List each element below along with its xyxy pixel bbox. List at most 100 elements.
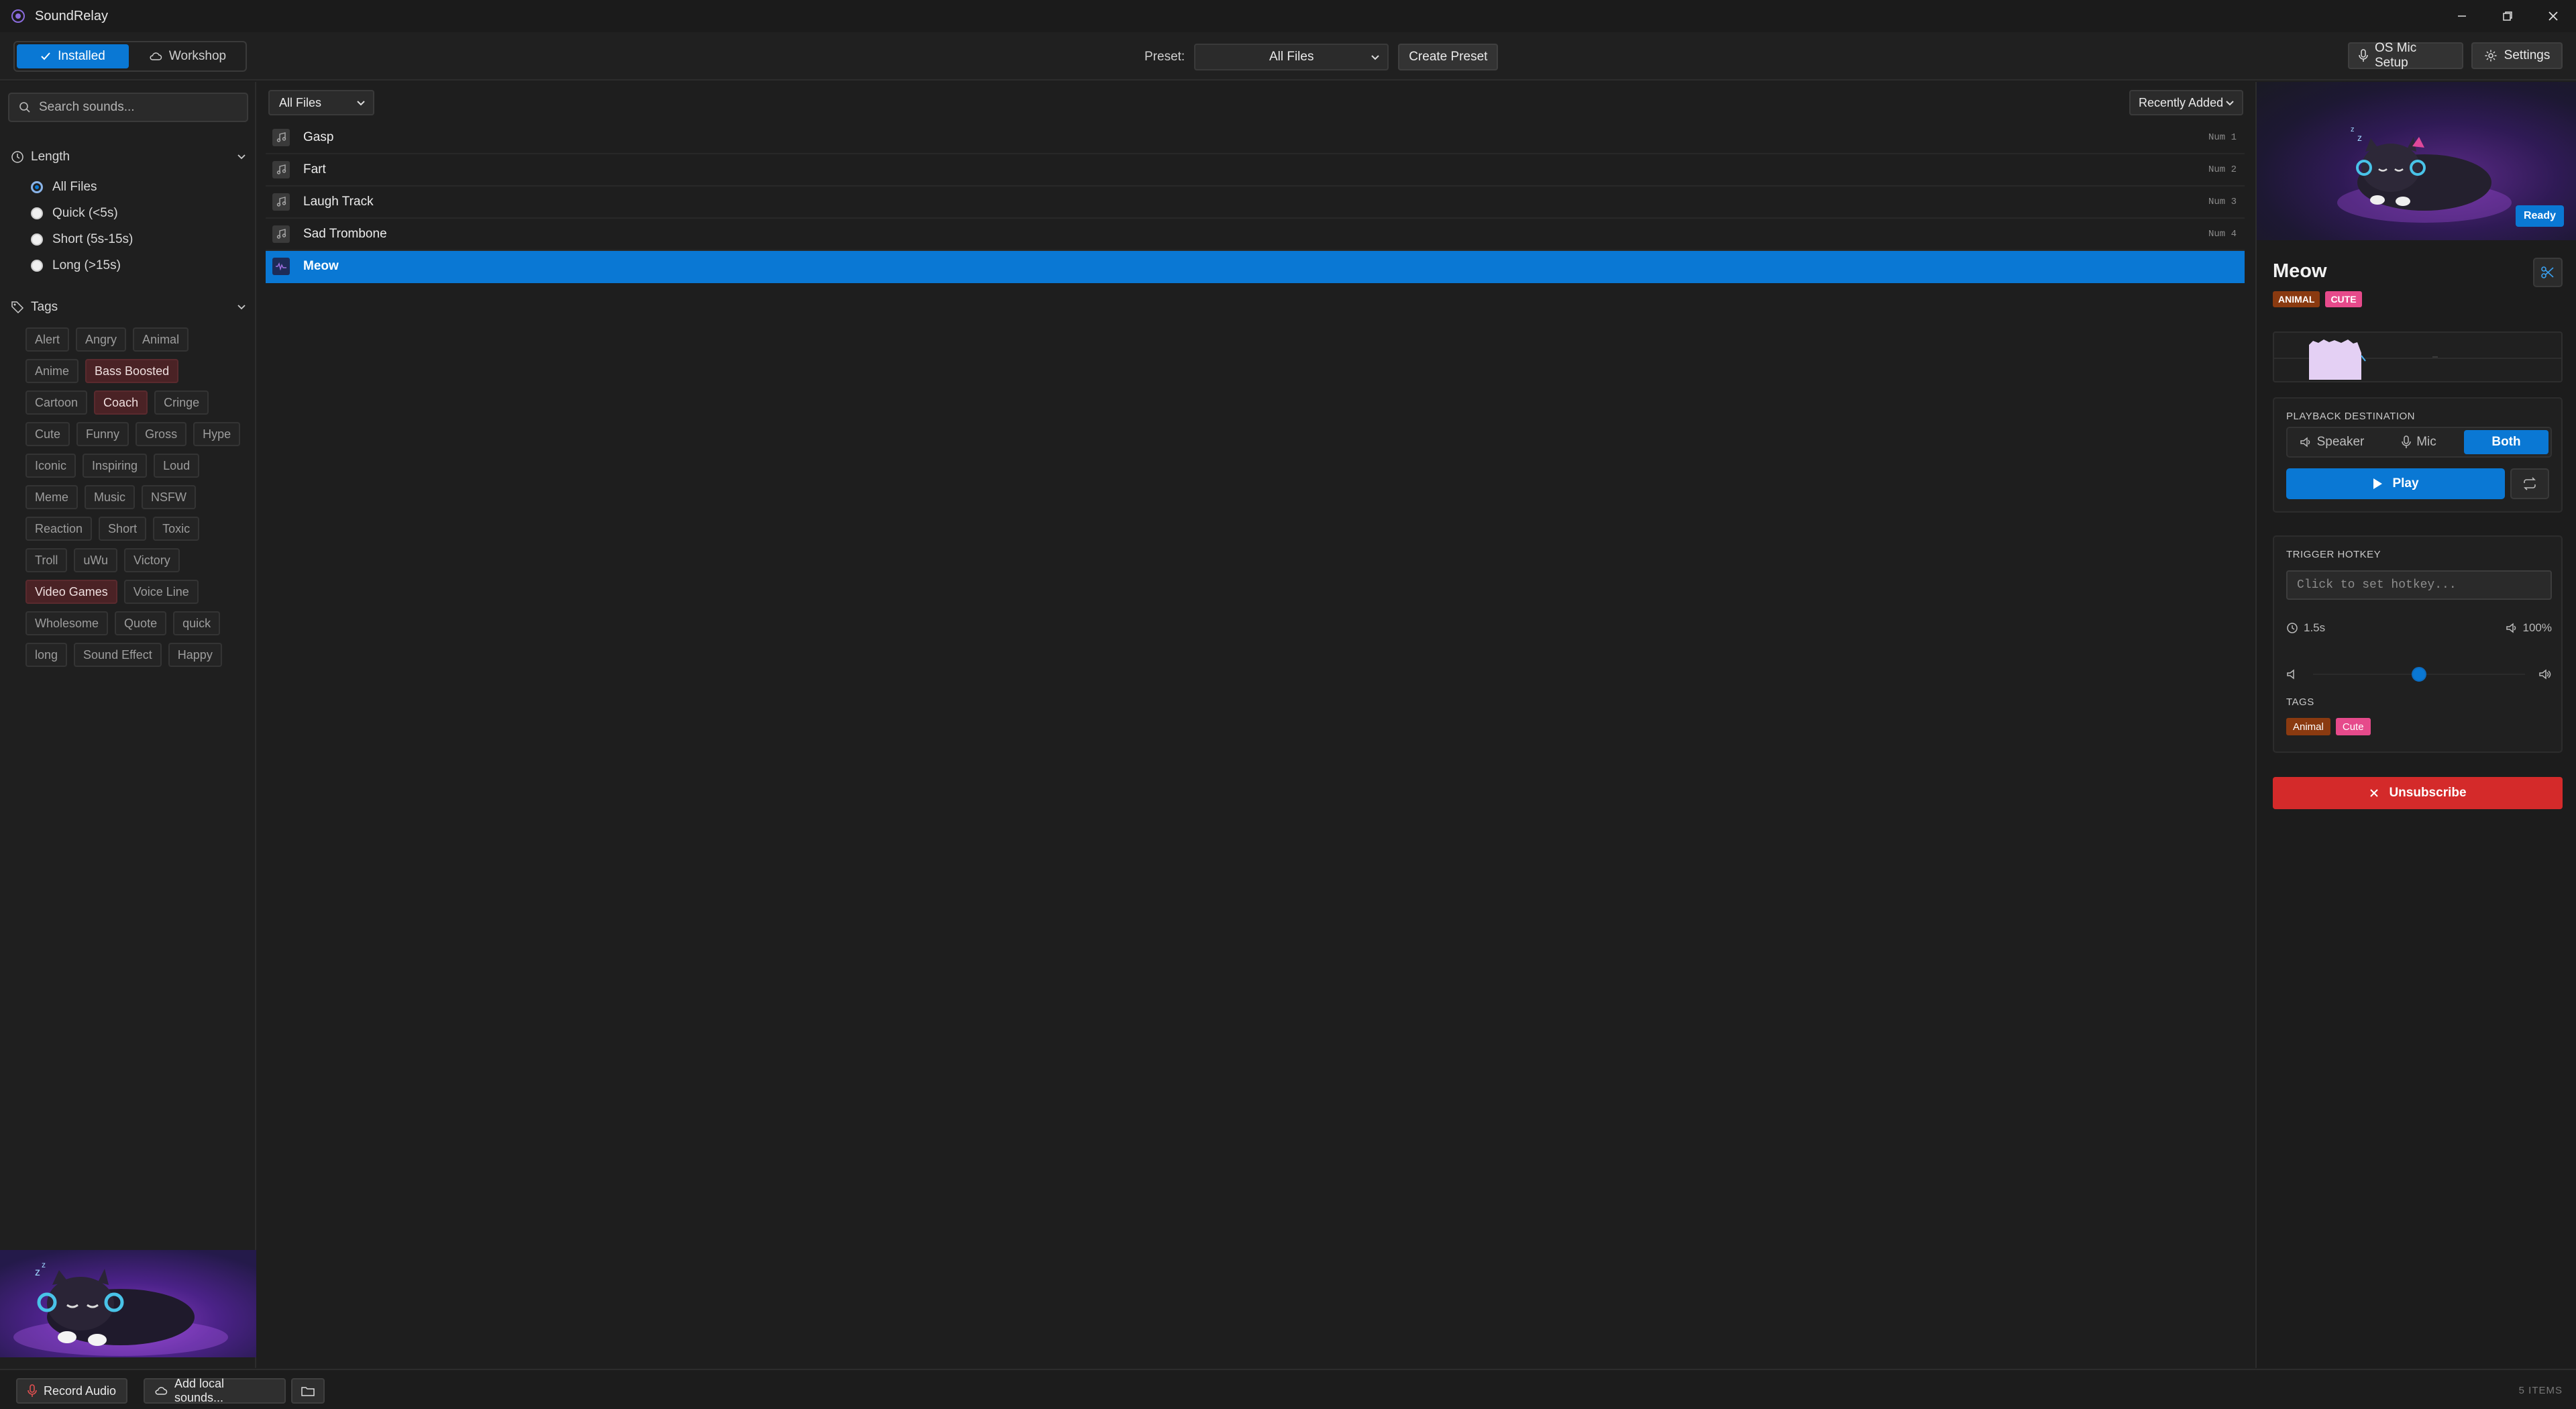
file-filter-select[interactable]: All Files	[268, 90, 374, 115]
tag-chip[interactable]: Angry	[76, 327, 127, 352]
tag-chip[interactable]: Quote	[115, 611, 167, 635]
unsubscribe-button[interactable]: Unsubscribe	[2273, 777, 2563, 809]
tag-chip[interactable]: Short	[99, 517, 147, 541]
tag-chip[interactable]: Loud	[154, 454, 200, 478]
destination-mic-label: Mic	[2416, 435, 2436, 449]
sound-hotkey: Num 4	[2208, 229, 2237, 240]
tag-chip[interactable]: Alert	[25, 327, 70, 352]
tag-chip[interactable]: Anime	[25, 359, 79, 383]
tag-chip[interactable]: Funny	[76, 422, 129, 446]
playback-caption: PLAYBACK DESTINATION	[2286, 411, 2415, 422]
add-local-sounds-button[interactable]: Add local sounds...	[144, 1377, 286, 1404]
destination-speaker[interactable]: Speaker	[2290, 430, 2374, 454]
preset-select[interactable]: All Files	[1194, 44, 1389, 70]
create-preset-label: Create Preset	[1409, 50, 1488, 64]
tag-chip[interactable]: Hype	[193, 422, 241, 446]
mic-icon	[2359, 49, 2368, 62]
volume-value: 100%	[2522, 621, 2552, 634]
sound-tag[interactable]: Cute	[2335, 718, 2371, 735]
sound-row[interactable]: Gasp Num 1	[266, 122, 2245, 154]
loop-button[interactable]	[2510, 468, 2549, 499]
tag-chip[interactable]: Voice Line	[123, 580, 199, 604]
length-option-all[interactable]: All Files	[31, 177, 97, 197]
sound-row[interactable]: Meow	[266, 251, 2245, 283]
svg-text:z: z	[42, 1260, 46, 1269]
hotkey-input[interactable]: Click to set hotkey...	[2286, 570, 2552, 600]
tab-workshop[interactable]: Workshop	[131, 44, 244, 68]
unsubscribe-label: Unsubscribe	[2389, 786, 2467, 800]
tag-chip[interactable]: Toxic	[153, 517, 200, 541]
length-option-label: Short (5s-15s)	[52, 232, 133, 246]
tag-chip[interactable]: uWu	[74, 548, 118, 572]
tab-installed[interactable]: Installed	[17, 44, 129, 68]
tag-chip[interactable]: Sound Effect	[74, 643, 162, 667]
waveform[interactable]	[2273, 331, 2563, 382]
svg-text:z: z	[2357, 132, 2362, 143]
record-audio-button[interactable]: Record Audio	[16, 1378, 127, 1404]
hotkey-caption: TRIGGER HOTKEY	[2286, 549, 2381, 560]
gear-icon	[2484, 49, 2498, 62]
length-section-header[interactable]: Length	[11, 146, 247, 168]
chevron-down-icon	[2224, 98, 2235, 109]
waveform-thumbnail-icon	[272, 258, 290, 275]
length-option-label: All Files	[52, 180, 97, 194]
play-button[interactable]: Play	[2286, 468, 2505, 499]
cloud-icon	[149, 51, 162, 62]
os-mic-setup-button[interactable]: OS Mic Setup	[2348, 41, 2463, 70]
app-logo-icon	[11, 9, 25, 23]
tags-section-header[interactable]: Tags	[11, 297, 247, 318]
sound-tag[interactable]: Animal	[2286, 718, 2330, 735]
length-option-long[interactable]: Long (>15s)	[31, 256, 121, 276]
tag-chip[interactable]: Cartoon	[25, 390, 88, 415]
tag-chip[interactable]: Troll	[25, 548, 68, 572]
item-count: 5 ITEMS	[2518, 1385, 2563, 1396]
settings-button[interactable]: Settings	[2471, 42, 2563, 69]
destination-mic[interactable]: Mic	[2377, 430, 2461, 454]
open-folder-button[interactable]	[291, 1378, 325, 1404]
tag-chip[interactable]: Music	[85, 485, 136, 509]
sound-title: Meow	[2273, 260, 2327, 282]
minimize-button[interactable]	[2439, 0, 2485, 32]
trim-button[interactable]	[2533, 258, 2563, 287]
tag-chip[interactable]: long	[25, 643, 68, 667]
search-input[interactable]	[39, 100, 240, 115]
category-badges: ANIMAL CUTE	[2273, 291, 2362, 307]
settings-label: Settings	[2504, 48, 2551, 62]
sound-row[interactable]: Laugh Track Num 3	[266, 187, 2245, 219]
length-title: Length	[31, 150, 70, 164]
tag-chip[interactable]: Cute	[25, 422, 70, 446]
tag-chip[interactable]: Gross	[136, 422, 187, 446]
tag-chip[interactable]: Iconic	[25, 454, 76, 478]
tag-chip[interactable]: NSFW	[142, 485, 197, 509]
close-button[interactable]	[2530, 0, 2576, 32]
tag-chip[interactable]: quick	[173, 611, 221, 635]
sound-list: Gasp Num 1 Fart Num 2 Laugh Track Num 3 Sad Tr…	[266, 122, 2245, 283]
tag-chip[interactable]: Coach	[94, 390, 148, 415]
tag-chip[interactable]: Wholesome	[25, 611, 109, 635]
tag-chip[interactable]: Video Games	[25, 580, 117, 604]
clock-icon	[11, 150, 24, 164]
length-option-short[interactable]: Short (5s-15s)	[31, 229, 133, 250]
tag-chip[interactable]: Inspiring	[83, 454, 148, 478]
maximize-button[interactable]	[2485, 0, 2530, 32]
volume-knob[interactable]	[2412, 667, 2426, 682]
tag-chip[interactable]: Cringe	[154, 390, 209, 415]
tag-chip[interactable]: Victory	[124, 548, 180, 572]
tag-chip[interactable]: Animal	[133, 327, 189, 352]
hotkey-card: TRIGGER HOTKEY Click to set hotkey... 1.…	[2273, 535, 2563, 753]
destination-both[interactable]: Both	[2464, 430, 2548, 454]
tag-chip[interactable]: Meme	[25, 485, 78, 509]
add-local-sounds-label: Add local sounds...	[174, 1377, 225, 1404]
toolbar: Installed Workshop Preset: All Files Cre…	[0, 32, 2576, 81]
tag-chip[interactable]: Bass Boosted	[85, 359, 179, 383]
app-title: SoundRelay	[35, 8, 108, 23]
sound-row[interactable]: Sad Trombone Num 4	[266, 219, 2245, 251]
length-option-label: Quick (<5s)	[52, 206, 118, 220]
length-option-quick[interactable]: Quick (<5s)	[31, 203, 118, 223]
tag-chip[interactable]: Happy	[168, 643, 222, 667]
sound-row[interactable]: Fart Num 2	[266, 154, 2245, 187]
volume-slider[interactable]	[2286, 666, 2552, 683]
tag-chip[interactable]: Reaction	[25, 517, 93, 541]
create-preset-button[interactable]: Create Preset	[1398, 44, 1499, 70]
sort-select[interactable]: Recently Added	[2129, 90, 2243, 115]
